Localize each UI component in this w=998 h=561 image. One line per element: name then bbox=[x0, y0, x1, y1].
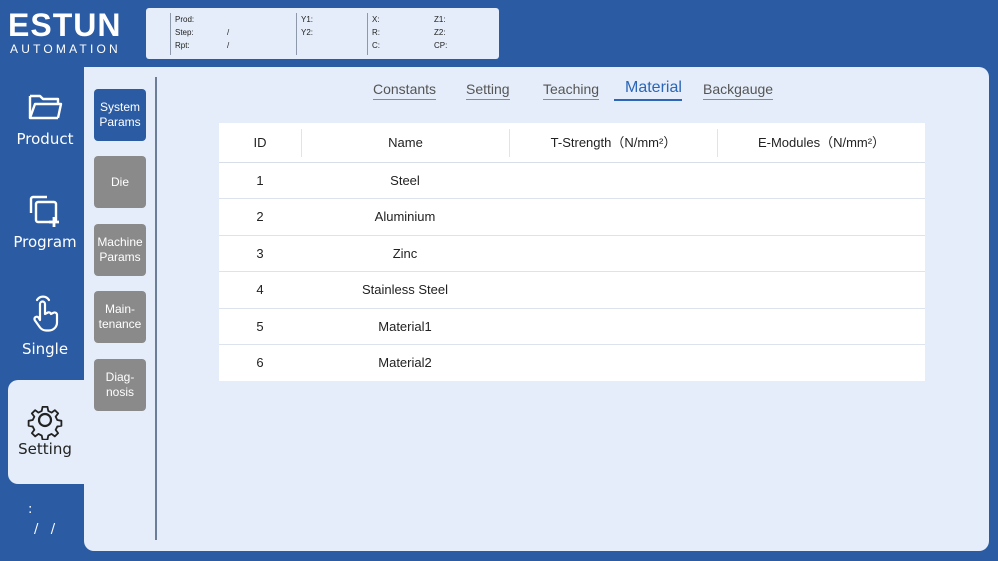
status-col-z: Z1: Z2: CP: bbox=[434, 13, 447, 52]
hand-pointer-icon bbox=[25, 294, 65, 334]
nav-setting[interactable]: Setting bbox=[8, 380, 86, 484]
logo-tagline: AUTOMATION bbox=[10, 42, 121, 56]
status-col-y: Y1: Y2: bbox=[296, 13, 366, 55]
nav-single-label: Single bbox=[21, 340, 69, 358]
tab-teaching[interactable]: Teaching bbox=[543, 81, 600, 100]
cell-e-modules[interactable] bbox=[717, 163, 925, 199]
cell-name: Material2 bbox=[378, 354, 432, 370]
c-label: C: bbox=[372, 41, 380, 50]
cell-t-strength[interactable] bbox=[509, 236, 717, 272]
table-row[interactable]: 1 Steel bbox=[219, 163, 925, 200]
cell-e-modules[interactable] bbox=[717, 272, 925, 308]
subnav-maintenance[interactable]: Main-tenance bbox=[94, 291, 146, 343]
footer-date: / / bbox=[34, 522, 56, 537]
cell-t-strength[interactable] bbox=[509, 163, 717, 199]
cell-t-strength[interactable] bbox=[509, 199, 717, 235]
subnav-machine-params[interactable]: Machine Params bbox=[94, 224, 146, 276]
cell-name: Stainless Steel bbox=[362, 282, 448, 298]
table-row[interactable]: 3 Zinc bbox=[219, 236, 925, 273]
x-label: X: bbox=[372, 15, 380, 24]
cell-t-strength[interactable] bbox=[509, 309, 717, 345]
status-panel: Prod: Step: / Rpt: / Y1: Y2: X: R: C: Z1: … bbox=[146, 8, 499, 59]
cell-e-modules[interactable] bbox=[717, 345, 925, 381]
prod-label: Prod: bbox=[175, 15, 195, 24]
tab-constants[interactable]: Constants bbox=[373, 81, 437, 100]
nav-single[interactable]: Single bbox=[0, 290, 84, 376]
subnav-machine-params-label-2: Params bbox=[99, 250, 141, 264]
header-e-modules: E-Modules（N/mm²） bbox=[717, 129, 925, 157]
cell-name: Aluminium bbox=[374, 209, 436, 225]
main-panel: System Params Die Machine Params Main-tena… bbox=[84, 67, 989, 551]
status-col-prod: Prod: Step: / Rpt: / bbox=[170, 13, 294, 55]
cell-t-strength[interactable] bbox=[509, 345, 717, 381]
subnav-divider bbox=[155, 77, 157, 540]
cell-name: Material1 bbox=[378, 318, 432, 334]
footer-time: : bbox=[28, 502, 33, 517]
logo-brand: ESTUN bbox=[8, 7, 122, 43]
cell-id: 5 bbox=[256, 318, 264, 334]
step-label: Step: bbox=[175, 28, 194, 37]
subnav-diagnosis[interactable]: Diag-nosis bbox=[94, 359, 146, 411]
z1-label: Z1: bbox=[434, 15, 446, 24]
estun-logo: ESTUN AUTOMATION bbox=[8, 7, 133, 56]
rpt-value: / bbox=[227, 41, 230, 50]
header-t-strength: T-Strength（N/mm²） bbox=[509, 129, 717, 157]
cell-id: 6 bbox=[256, 354, 264, 370]
table-row[interactable]: 2 Aluminium bbox=[219, 199, 925, 236]
cell-name: Zinc bbox=[392, 245, 418, 261]
cell-e-modules[interactable] bbox=[717, 199, 925, 235]
subnav-machine-params-label-1: Machine bbox=[97, 235, 143, 249]
rpt-label: Rpt: bbox=[175, 41, 190, 50]
table-row[interactable]: 4 Stainless Steel bbox=[219, 272, 925, 309]
cell-t-strength[interactable] bbox=[509, 272, 717, 308]
cell-id: 2 bbox=[256, 209, 264, 225]
header-id: ID bbox=[253, 135, 267, 150]
subnav-diagnosis-label-1: Diag- bbox=[105, 370, 135, 384]
status-col-xrc: X: R: C: bbox=[367, 13, 417, 55]
cp-label: CP: bbox=[434, 41, 448, 50]
tab-backgauge[interactable]: Backgauge bbox=[703, 81, 774, 100]
material-table: ID Name T-Strength（N/mm²） E-Modules（N/mm… bbox=[219, 123, 925, 382]
gear-icon bbox=[25, 400, 65, 441]
cell-id: 3 bbox=[256, 245, 264, 261]
table-row[interactable]: 5 Material1 bbox=[219, 309, 925, 345]
table-header: ID Name T-Strength（N/mm²） E-Modules（N/mm… bbox=[219, 123, 925, 163]
nav-program-label: Program bbox=[13, 233, 77, 251]
subnav-maintenance-label-2: tenance bbox=[98, 317, 142, 331]
subnav-diagnosis-label-2: nosis bbox=[105, 385, 134, 399]
cell-name: Steel bbox=[390, 173, 420, 188]
cell-id: 4 bbox=[256, 282, 264, 298]
copy-plus-icon bbox=[25, 191, 65, 231]
tab-setting[interactable]: Setting bbox=[466, 81, 510, 100]
subnav-system-params-label-1: System bbox=[99, 100, 140, 114]
nav-product-label: Product bbox=[16, 130, 74, 148]
tab-material[interactable]: Material bbox=[614, 79, 682, 101]
subnav-maintenance-label-1: Main- bbox=[104, 302, 135, 316]
r-label: R: bbox=[372, 28, 380, 37]
y1-label: Y1: bbox=[301, 15, 314, 24]
step-value: / bbox=[227, 28, 230, 37]
nav-setting-label: Setting bbox=[18, 440, 72, 458]
cell-id: 1 bbox=[256, 173, 264, 188]
cell-e-modules[interactable] bbox=[717, 309, 925, 345]
y2-label: Y2: bbox=[301, 28, 314, 37]
z2-label: Z2: bbox=[434, 28, 446, 37]
subnav-die[interactable]: Die bbox=[94, 156, 146, 208]
nav-program[interactable]: Program bbox=[0, 185, 84, 271]
table-row[interactable]: 6 Material2 bbox=[219, 345, 925, 381]
subnav-system-params[interactable]: System Params bbox=[94, 89, 146, 141]
subnav-die-label: Die bbox=[110, 174, 129, 189]
folder-icon bbox=[25, 86, 65, 126]
nav-product[interactable]: Product bbox=[0, 78, 84, 164]
cell-e-modules[interactable] bbox=[717, 236, 925, 272]
subnav-system-params-label-2: Params bbox=[99, 115, 141, 129]
header-name: Name bbox=[301, 129, 509, 157]
